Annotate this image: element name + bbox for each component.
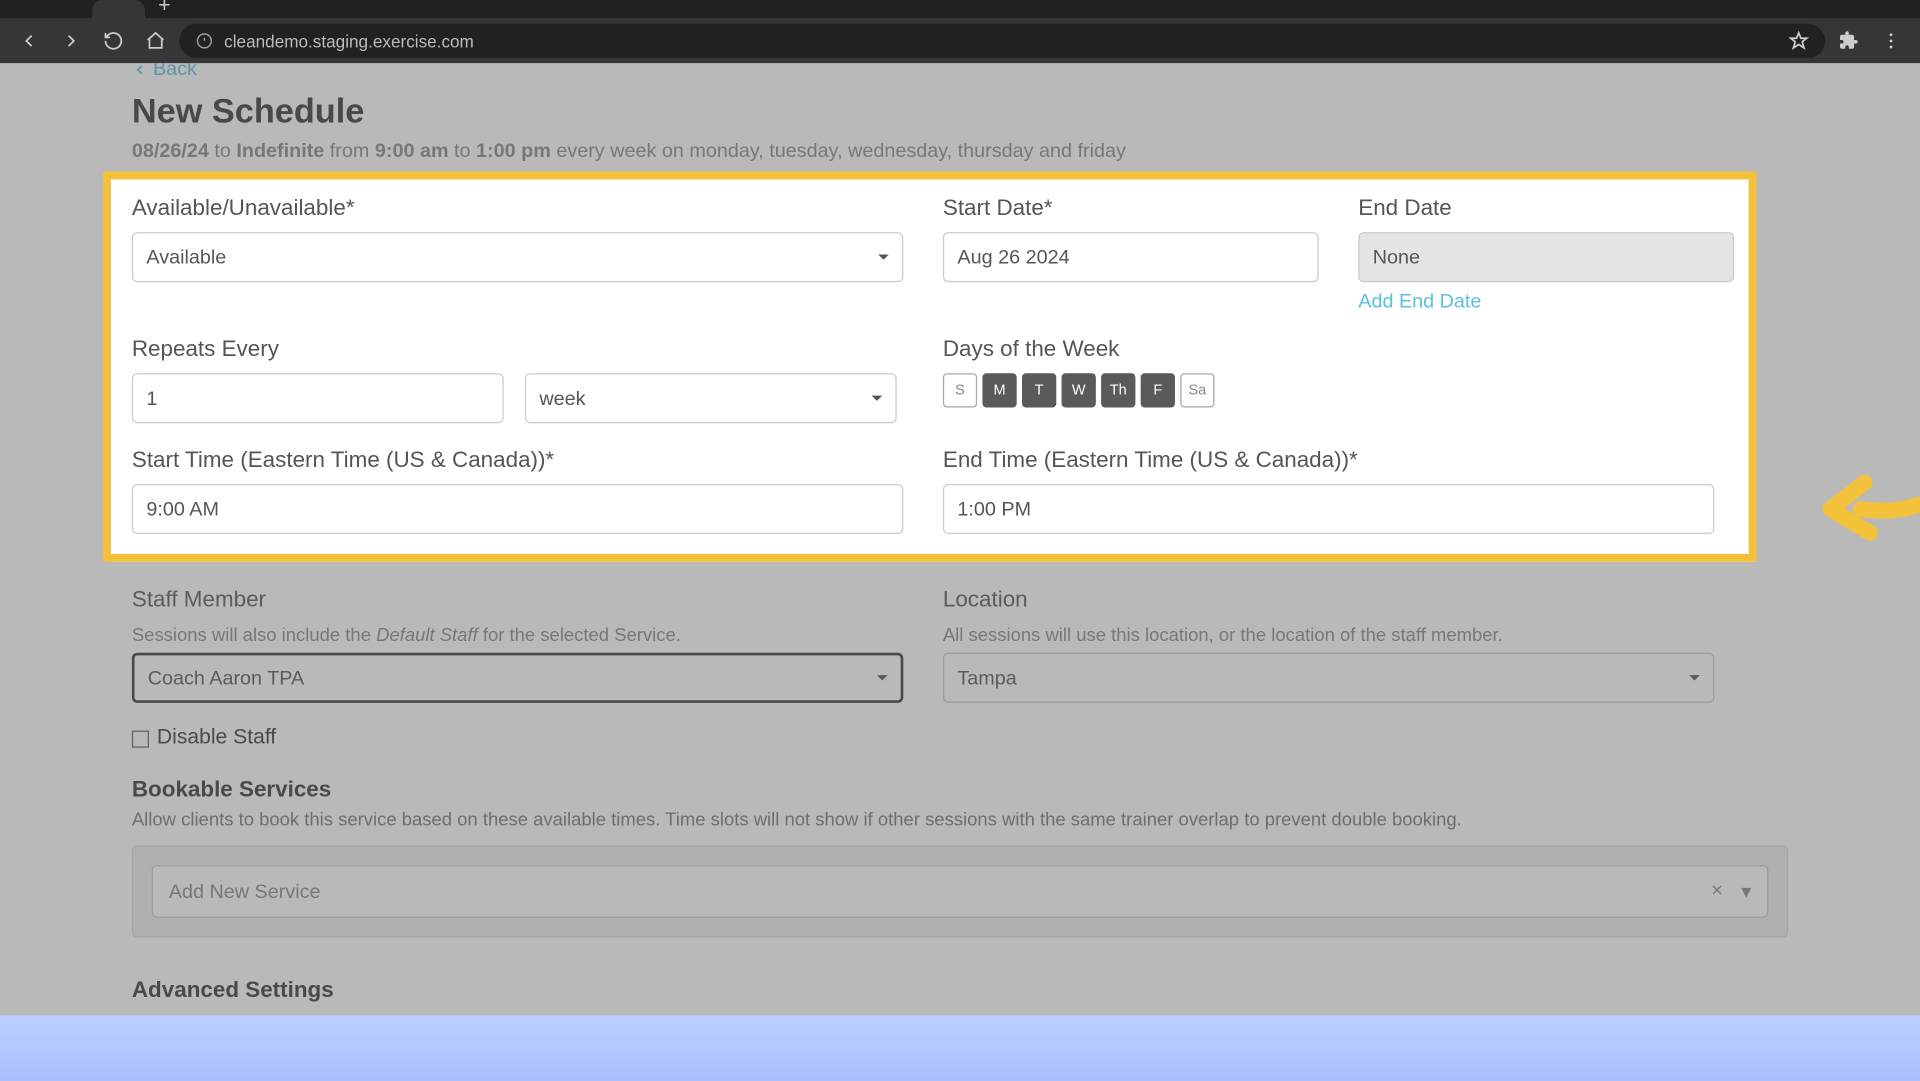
url-text: cleandemo.staging.exercise.com (224, 31, 474, 51)
start-date-label: Start Date* (943, 195, 1319, 221)
address-bar[interactable]: cleandemo.staging.exercise.com (179, 24, 1825, 58)
bookmark-star-icon[interactable] (1788, 30, 1809, 51)
browser-tab-strip: + (0, 0, 1920, 18)
back-icon[interactable] (11, 22, 48, 59)
menu-dots-icon[interactable] (1873, 22, 1910, 59)
availability-select[interactable]: Available (132, 232, 903, 282)
staff-help: Sessions will also include the Default S… (132, 624, 903, 645)
back-link[interactable]: Back (132, 63, 1788, 80)
repeats-unit-select[interactable]: week (525, 373, 897, 423)
clear-icon[interactable]: × (1711, 880, 1723, 904)
day-toggle-th[interactable]: Th (1101, 373, 1135, 407)
checkbox-icon (132, 730, 149, 747)
start-time-label: Start Time (Eastern Time (US & Canada))* (132, 447, 903, 473)
day-toggle-sa[interactable]: Sa (1180, 373, 1214, 407)
day-toggle-f[interactable]: F (1141, 373, 1175, 407)
day-toggle-w[interactable]: W (1062, 373, 1096, 407)
bookable-services-desc: Allow clients to book this service based… (132, 808, 1788, 829)
day-toggle-t[interactable]: T (1022, 373, 1056, 407)
disable-staff-checkbox[interactable]: Disable Staff (132, 727, 1788, 751)
staff-select[interactable]: Coach Aaron TPA (132, 653, 903, 703)
browser-tab[interactable] (92, 0, 145, 18)
location-help: All sessions will use this location, or … (943, 624, 1714, 645)
dropdown-caret-icon[interactable]: ▾ (1741, 880, 1751, 904)
location-select[interactable]: Tampa (943, 653, 1714, 703)
new-tab-button[interactable]: + (145, 0, 184, 18)
end-date-label: End Date (1358, 195, 1734, 221)
day-toggle-m[interactable]: M (982, 373, 1016, 407)
end-date-input: None (1358, 232, 1734, 282)
end-time-label: End Time (Eastern Time (US & Canada))* (943, 447, 1714, 473)
home-icon[interactable] (137, 22, 174, 59)
extensions-icon[interactable] (1830, 22, 1867, 59)
bookable-services-title: Bookable Services (132, 777, 1788, 803)
browser-toolbar: cleandemo.staging.exercise.com (0, 18, 1920, 63)
start-time-input[interactable]: 9:00 AM (132, 484, 903, 534)
staff-label: Staff Member (132, 587, 903, 613)
day-toggle-s[interactable]: S (943, 373, 977, 407)
availability-label: Available/Unavailable* (132, 195, 903, 221)
reload-icon[interactable] (95, 22, 132, 59)
end-time-input[interactable]: 1:00 PM (943, 484, 1714, 534)
services-container: Add New Service × ▾ (132, 845, 1788, 937)
add-end-date-link[interactable]: Add End Date (1358, 290, 1734, 312)
start-date-input[interactable]: Aug 26 2024 (943, 232, 1319, 282)
chevron-left-icon (132, 63, 148, 77)
page-title: New Schedule (132, 91, 1788, 132)
repeats-label: Repeats Every (132, 336, 903, 362)
site-info-icon (195, 32, 213, 50)
location-label: Location (943, 587, 1714, 613)
bottom-gradient (0, 1015, 1920, 1081)
schedule-summary: 08/26/24 to Indefinite from 9:00 am to 1… (132, 140, 1788, 162)
days-of-week: SMTWThFSa (943, 373, 1714, 407)
days-label: Days of the Week (943, 336, 1714, 362)
advanced-settings-title: Advanced Settings (132, 977, 1788, 1003)
forward-icon[interactable] (53, 22, 90, 59)
add-service-select[interactable]: Add New Service × ▾ (152, 865, 1769, 918)
repeats-count-input[interactable]: 1 (132, 373, 504, 423)
